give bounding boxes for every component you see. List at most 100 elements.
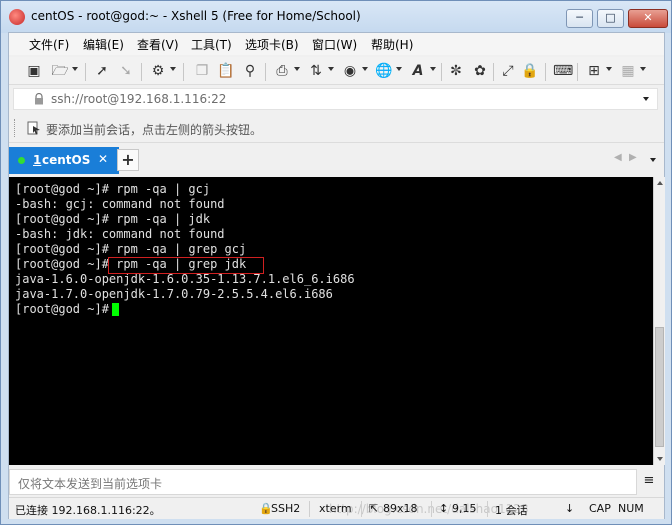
- tab-number: 1: [33, 153, 42, 167]
- paste-icon[interactable]: 📋: [217, 62, 235, 80]
- copy-icon[interactable]: ❐: [193, 62, 211, 80]
- xftp-icon[interactable]: ✼: [447, 62, 465, 80]
- minimize-button[interactable]: ─: [566, 9, 593, 28]
- status-separator: [487, 501, 488, 517]
- connection-status: 已连接 192.168.1.116:22。: [15, 504, 161, 517]
- menu-help[interactable]: 帮助(H): [371, 36, 413, 53]
- tab-label: centOS: [42, 153, 91, 167]
- transfer-status-icon: ↓: [565, 502, 575, 515]
- lock-icon[interactable]: 🔒: [521, 62, 539, 80]
- transfer-dropdown-icon[interactable]: [328, 67, 334, 71]
- connect-icon[interactable]: ➚: [93, 62, 111, 80]
- toolbar: ▣ 🗁 ➚ ➘ ⚙ ❐ 📋 ⚲ ⎙ ⇅ ◉ 🌐 A ✼ ✿ ⤢ 🔒 ⌨ ⊞ ▦: [9, 57, 664, 85]
- close-button[interactable]: ✕: [628, 9, 668, 28]
- window-title: centOS - root@god:~ - Xshell 5 (Free for…: [31, 9, 361, 23]
- status-separator: [431, 501, 432, 517]
- globe-icon[interactable]: 🌐: [375, 62, 393, 80]
- scroll-down-icon[interactable]: [657, 457, 663, 461]
- terminal-line: [root@god ~]# rpm -qa | jdk: [15, 212, 211, 226]
- add-session-arrow-icon[interactable]: [27, 121, 41, 135]
- color-dropdown-icon[interactable]: [362, 67, 368, 71]
- find-icon[interactable]: ⚲: [241, 62, 259, 80]
- terminal-type-status: xterm: [319, 502, 352, 515]
- num-lock-status: NUM: [618, 502, 644, 515]
- globe-dropdown-icon[interactable]: [396, 67, 402, 71]
- toolbar-separator: [441, 63, 442, 81]
- properties-dropdown-icon[interactable]: [170, 67, 176, 71]
- address-field[interactable]: ssh://root@192.168.1.116:22: [51, 92, 226, 106]
- terminal-scrollbar[interactable]: [653, 177, 665, 465]
- menu-view[interactable]: 查看(V): [137, 36, 179, 53]
- fullscreen-icon[interactable]: ⤢: [499, 62, 517, 80]
- xshell-window: centOS - root@god:~ - Xshell 5 (Free for…: [0, 0, 672, 525]
- terminal-line: java-1.7.0-openjdk-1.7.0.79-2.5.5.4.el6.…: [15, 287, 333, 301]
- tab-bar: 1 centOS ✕ + ◀ ▶: [9, 146, 664, 174]
- layout-icon[interactable]: ▦: [619, 62, 637, 80]
- menu-bar: 文件(F) 编辑(E) 查看(V) 工具(T) 选项卡(B) 窗口(W) 帮助(…: [9, 33, 664, 55]
- add-icon[interactable]: ⊞: [585, 62, 603, 80]
- terminal-cursor: [112, 303, 119, 316]
- status-separator: [361, 501, 362, 517]
- protocol-status: SSH2: [271, 502, 301, 515]
- properties-icon[interactable]: ⚙: [149, 62, 167, 80]
- address-dropdown-icon[interactable]: [643, 97, 649, 101]
- open-dropdown-icon[interactable]: [72, 67, 78, 71]
- open-folder-icon[interactable]: 🗁: [51, 62, 69, 80]
- print-icon[interactable]: ⎙: [273, 62, 291, 80]
- menu-tools[interactable]: 工具(T): [191, 36, 232, 53]
- terminal-screen[interactable]: [root@god ~]# rpm -qa | gcj -bash: gcj: …: [9, 177, 653, 465]
- menu-edit[interactable]: 编辑(E): [83, 36, 124, 53]
- new-session-icon[interactable]: ▣: [25, 62, 43, 80]
- toolbar-separator: [545, 63, 546, 81]
- scroll-up-icon[interactable]: [657, 181, 663, 185]
- toolbar-separator: [493, 63, 494, 81]
- terminal-line: -bash: gcj: command not found: [15, 197, 225, 211]
- toolbar-separator: [141, 63, 142, 81]
- tab-close-icon[interactable]: ✕: [98, 152, 108, 166]
- hint-text: 要添加当前会话，点击左侧的箭头按钮。: [46, 123, 263, 137]
- session-count-status: 1 会话: [495, 504, 528, 517]
- disconnect-icon[interactable]: ➘: [117, 62, 135, 80]
- font-icon[interactable]: A: [409, 62, 427, 80]
- transfer-icon[interactable]: ⇅: [307, 62, 325, 80]
- connected-status-icon: [18, 157, 25, 164]
- compose-bar[interactable]: 仅将文本发送到当前选项卡: [9, 469, 637, 495]
- xshell-app-icon: [9, 9, 25, 25]
- status-bar: 已连接 192.168.1.116:22。 http://blog.csdn.n…: [9, 497, 664, 519]
- terminal-prompt: [root@god ~]#: [15, 302, 117, 316]
- cursor-position-status: 9,15: [452, 502, 477, 515]
- menu-tabs[interactable]: 选项卡(B): [245, 36, 299, 53]
- padlock-icon: [35, 93, 43, 105]
- scroll-thumb[interactable]: [655, 327, 664, 447]
- menu-window[interactable]: 窗口(W): [312, 36, 357, 53]
- add-dropdown-icon[interactable]: [606, 67, 612, 71]
- title-bar[interactable]: centOS - root@god:~ - Xshell 5 (Free for…: [1, 1, 671, 33]
- annotation-highlight-box: [108, 257, 264, 274]
- toolbar-separator: [577, 63, 578, 81]
- color-scheme-icon[interactable]: ◉: [341, 62, 359, 80]
- client-area: 文件(F) 编辑(E) 查看(V) 工具(T) 选项卡(B) 窗口(W) 帮助(…: [8, 32, 665, 519]
- tab-list-dropdown-icon[interactable]: [650, 158, 656, 162]
- tab-next-icon[interactable]: ▶: [629, 152, 637, 163]
- keyboard-icon[interactable]: ⌨: [553, 62, 573, 80]
- compose-menu-icon[interactable]: ≡: [642, 474, 656, 488]
- compose-input[interactable]: 仅将文本发送到当前选项卡: [18, 475, 162, 492]
- address-bar[interactable]: ssh://root@192.168.1.116:22: [13, 88, 658, 110]
- size-icon: ⇱: [369, 502, 379, 515]
- xmanager-icon[interactable]: ✿: [471, 62, 489, 80]
- terminal-size-status: 89x18: [383, 502, 418, 515]
- tab-centos[interactable]: 1 centOS ✕: [9, 147, 119, 174]
- maximize-button[interactable]: □: [597, 9, 624, 28]
- print-dropdown-icon[interactable]: [294, 67, 300, 71]
- menu-file[interactable]: 文件(F): [29, 36, 69, 53]
- font-dropdown-icon[interactable]: [430, 67, 436, 71]
- layout-dropdown-icon[interactable]: [640, 67, 646, 71]
- grip-handle[interactable]: [14, 119, 17, 137]
- toolbar-separator: [85, 63, 86, 81]
- terminal-line: [root@god ~]# rpm -qa | gcj: [15, 182, 211, 196]
- toolbar-separator: [183, 63, 184, 81]
- tab-prev-icon[interactable]: ◀: [614, 152, 622, 163]
- toolbar-separator: [265, 63, 266, 81]
- status-separator: [309, 501, 310, 517]
- new-tab-button[interactable]: +: [117, 149, 139, 171]
